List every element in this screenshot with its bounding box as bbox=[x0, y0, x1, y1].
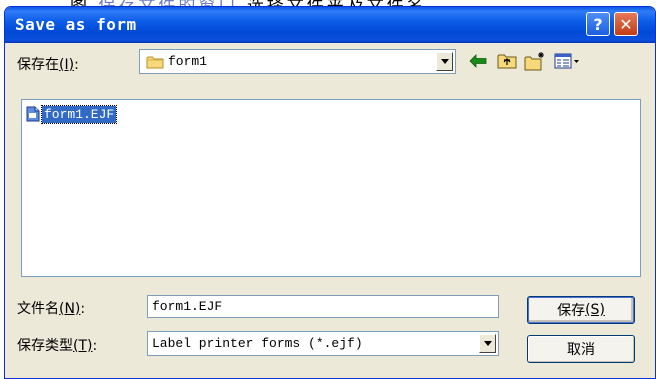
help-icon: ? bbox=[593, 14, 603, 34]
cancel-button[interactable]: 取消 bbox=[527, 335, 635, 363]
close-button[interactable]: ✕ bbox=[614, 12, 638, 36]
chevron-down-icon bbox=[440, 59, 449, 64]
save-in-dropdown[interactable]: form1 bbox=[139, 49, 456, 74]
create-new-folder-button[interactable] bbox=[524, 50, 546, 72]
close-icon: ✕ bbox=[619, 14, 633, 34]
list-item[interactable]: form1.EJF bbox=[26, 104, 118, 124]
view-menu-icon bbox=[554, 53, 579, 69]
save-in-dropdown-arrow[interactable] bbox=[436, 52, 453, 71]
file-name-label: form1.EJF bbox=[40, 104, 118, 124]
up-one-level-icon bbox=[497, 54, 517, 69]
file-list[interactable]: form1.EJF bbox=[21, 99, 641, 277]
view-menu-button[interactable] bbox=[553, 50, 581, 72]
back-arrow-icon bbox=[469, 54, 487, 68]
title-bar[interactable]: Save as form ? ✕ bbox=[5, 7, 655, 43]
save-in-label: 保存在(I): bbox=[17, 57, 79, 73]
up-one-level-button[interactable] bbox=[496, 50, 518, 72]
file-type-dropdown-arrow[interactable] bbox=[479, 334, 496, 353]
file-name-value: form1.EJF bbox=[152, 299, 223, 314]
file-type-dropdown[interactable]: Label printer forms (*.ejf) bbox=[147, 331, 499, 356]
folder-icon bbox=[146, 56, 164, 69]
back-button[interactable] bbox=[467, 50, 489, 72]
create-new-folder-icon bbox=[524, 52, 544, 71]
help-button[interactable]: ? bbox=[586, 12, 610, 36]
file-name-input[interactable]: form1.EJF bbox=[147, 295, 499, 318]
file-type-label: 保存类型(T): bbox=[17, 338, 98, 354]
file-type-value: Label printer forms (*.ejf) bbox=[152, 336, 363, 351]
save-in-value: form1 bbox=[168, 54, 208, 69]
save-button[interactable]: 保存 (S) bbox=[527, 296, 635, 324]
save-as-dialog: Save as form ? ✕ 保存在(I): form1 form1.EJF… bbox=[4, 6, 656, 379]
file-icon bbox=[26, 106, 40, 122]
dialog-title: Save as form bbox=[15, 15, 137, 34]
file-name-label: 文件名(N): bbox=[17, 301, 86, 317]
chevron-down-icon bbox=[483, 341, 492, 346]
